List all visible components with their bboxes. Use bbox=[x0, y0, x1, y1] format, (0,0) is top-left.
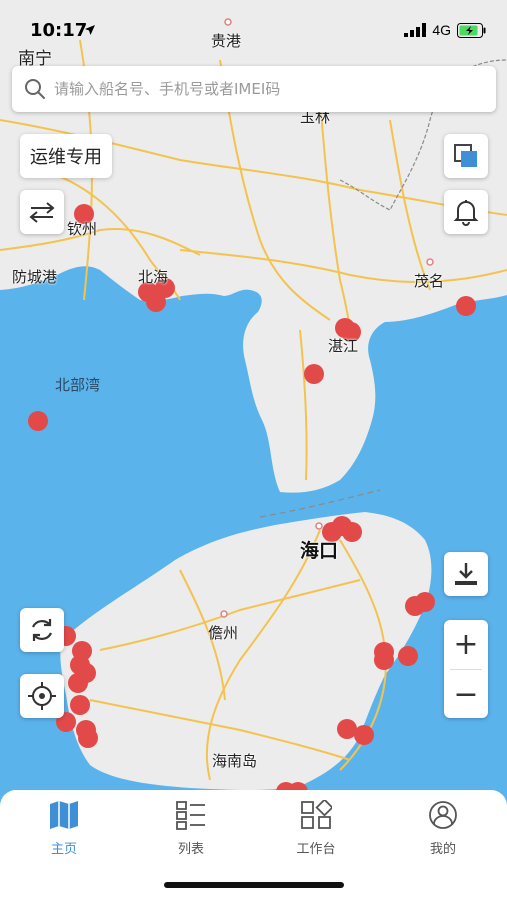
status-time: 10:17 bbox=[30, 20, 88, 41]
swap-button[interactable] bbox=[20, 190, 64, 234]
network-type: 4G bbox=[432, 22, 451, 38]
map-label-qinzhou: 钦州 bbox=[67, 220, 98, 238]
bell-icon bbox=[453, 200, 479, 226]
ship-marker bbox=[70, 695, 90, 715]
map-label-danzhou: 儋州 bbox=[208, 624, 239, 642]
search-bar[interactable] bbox=[12, 66, 496, 112]
profile-icon bbox=[429, 801, 457, 829]
ship-marker bbox=[28, 411, 48, 431]
status-indicators: 4G bbox=[404, 22, 487, 38]
ops-mode-button[interactable]: 运维专用 bbox=[20, 134, 112, 178]
crosshair-icon bbox=[28, 682, 56, 710]
tab-home-label: 主页 bbox=[50, 842, 77, 857]
tab-list-label: 列表 bbox=[177, 842, 204, 857]
refresh-button[interactable] bbox=[20, 608, 64, 652]
ship-marker bbox=[398, 646, 418, 666]
layers-icon bbox=[454, 144, 477, 167]
locate-button[interactable] bbox=[20, 674, 64, 718]
map-label-fangchenggang: 防城港 bbox=[12, 268, 58, 286]
battery-charging-icon bbox=[457, 22, 486, 38]
zoom-controls: + − bbox=[444, 620, 488, 718]
search-input[interactable] bbox=[54, 80, 474, 98]
ship-marker bbox=[68, 673, 88, 693]
ship-marker bbox=[415, 592, 435, 612]
zoom-in-button[interactable]: + bbox=[444, 620, 488, 669]
home-indicator bbox=[164, 882, 344, 888]
map-icon bbox=[50, 801, 78, 829]
download-button[interactable] bbox=[444, 552, 488, 596]
download-icon bbox=[455, 563, 477, 585]
signal-icon bbox=[404, 23, 427, 37]
status-bar: 10:17 4G bbox=[0, 0, 507, 44]
ship-marker bbox=[342, 522, 362, 542]
ship-marker bbox=[456, 296, 476, 316]
map-label-beibuwan: 北部湾 bbox=[55, 376, 101, 394]
swap-arrows-icon bbox=[29, 202, 55, 223]
refresh-icon bbox=[31, 619, 53, 641]
tab-home[interactable]: 主页 bbox=[24, 800, 104, 857]
zoom-out-button[interactable]: − bbox=[444, 670, 488, 719]
ship-marker bbox=[354, 725, 374, 745]
tab-workbench-label: 工作台 bbox=[296, 842, 336, 857]
tab-workbench[interactable]: 工作台 bbox=[276, 798, 356, 857]
location-arrow-icon bbox=[85, 25, 95, 35]
ship-marker bbox=[374, 650, 394, 670]
ship-marker bbox=[304, 364, 324, 384]
search-icon bbox=[25, 79, 45, 99]
list-icon bbox=[176, 801, 205, 830]
map-label-beihai: 北海 bbox=[138, 268, 169, 286]
tab-profile[interactable]: 我的 bbox=[403, 800, 483, 857]
workbench-icon bbox=[301, 798, 334, 829]
ship-marker bbox=[78, 728, 98, 748]
notifications-button[interactable] bbox=[444, 190, 488, 234]
map-label-hainandao: 海南岛 bbox=[212, 752, 258, 770]
tab-profile-label: 我的 bbox=[429, 842, 456, 857]
layers-button[interactable] bbox=[444, 134, 488, 178]
map-label-zhanjiang: 湛江 bbox=[328, 337, 359, 355]
map-label-haikou: 海口 bbox=[300, 540, 339, 562]
ship-marker bbox=[337, 719, 357, 739]
map-label-maoming: 茂名 bbox=[414, 272, 445, 290]
tab-list[interactable]: 列表 bbox=[151, 800, 231, 857]
